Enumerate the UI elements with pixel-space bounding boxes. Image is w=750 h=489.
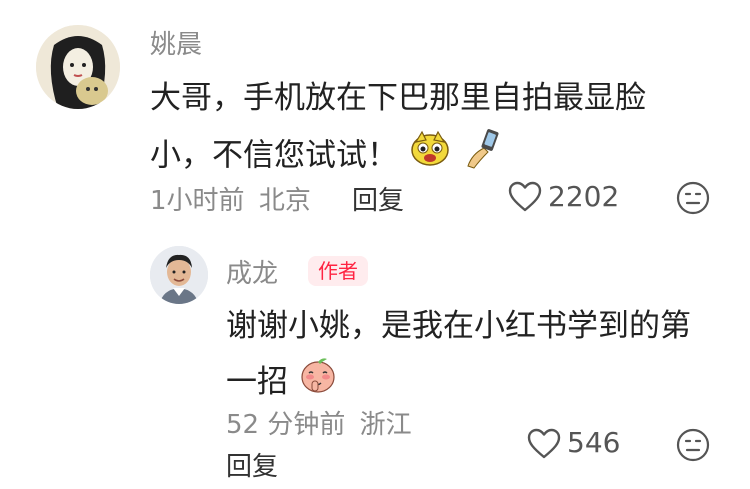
reply-text: 谢谢小姚，是我在小红书学到的第 一招: [226, 298, 726, 413]
reply-button-2[interactable]: 回复: [226, 446, 278, 483]
heart-icon[interactable]: [508, 181, 542, 213]
reply-meta: 52 分钟前 浙江: [226, 404, 412, 441]
reply-text-line: 谢谢小姚，是我在小红书学到的第: [226, 308, 691, 344]
heart-icon-2[interactable]: [527, 428, 561, 460]
comment-text-line-content: 小，不信您试试！: [150, 137, 398, 174]
comment-text-line: 大哥，手机放在下巴那里自拍最显脸: [150, 80, 646, 116]
comment-username[interactable]: 姚晨: [150, 24, 202, 61]
author-badge: 作者: [308, 256, 368, 286]
comment-text-line-2: 小，不信您试试！: [150, 126, 710, 188]
reply-time: 52 分钟前: [226, 410, 346, 440]
emoji-reply-icon[interactable]: [676, 181, 710, 215]
comment-time: 1小时前: [150, 186, 245, 216]
comment-location: 北京: [258, 186, 311, 216]
avatar-photo-icon: [150, 246, 208, 304]
like-count: 2202: [548, 180, 620, 213]
user-avatar-chenglong[interactable]: [150, 246, 208, 304]
reply-text-line-content: 一招: [226, 364, 288, 400]
reply-button[interactable]: 回复: [352, 180, 404, 217]
avatar-illustration-icon: [36, 25, 120, 109]
selfie-emoji-icon: [462, 126, 502, 188]
user-avatar-yaochen[interactable]: [36, 25, 120, 109]
like-count-2: 546: [567, 426, 621, 459]
emoji-reply-icon-2[interactable]: [676, 428, 710, 462]
dog-face-emoji-icon: [408, 128, 452, 186]
reply-location: 浙江: [359, 410, 412, 440]
comment-text: 大哥，手机放在下巴那里自拍最显脸 小，不信您试试！: [150, 70, 710, 188]
reply-username[interactable]: 成龙: [226, 253, 278, 290]
comment-meta: 1小时前 北京: [150, 180, 311, 217]
